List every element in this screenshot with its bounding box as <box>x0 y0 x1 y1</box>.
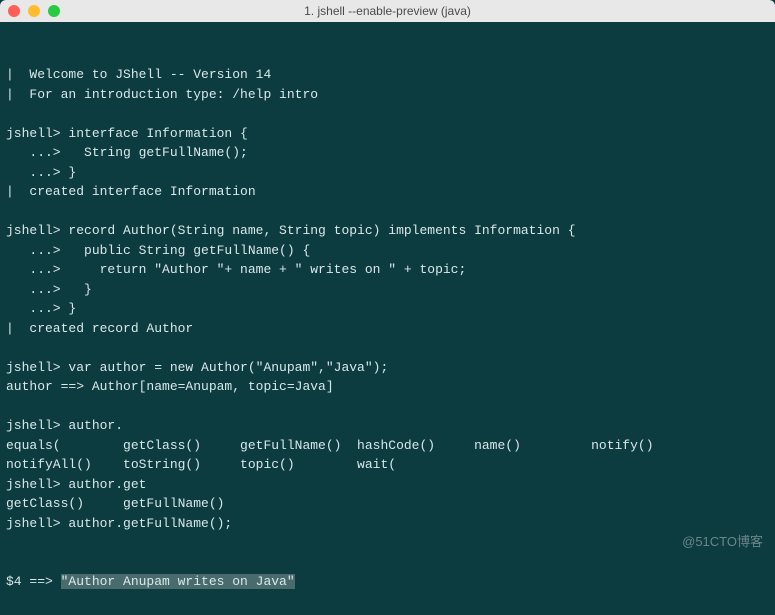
result-prefix: $4 ==> <box>6 574 61 589</box>
terminal-result-line: $4 ==> "Author Anupam writes on Java" <box>6 572 769 592</box>
terminal-line: jshell> author.getFullName(); <box>6 514 769 534</box>
terminal-line <box>6 202 769 222</box>
close-button[interactable] <box>8 5 20 17</box>
terminal-line <box>6 338 769 358</box>
watermark: @51CTO博客 <box>682 531 763 550</box>
terminal-line: getClass() getFullName() <box>6 494 769 514</box>
terminal-line: notifyAll() toString() topic() wait( <box>6 455 769 475</box>
terminal-line: ...> return "Author "+ name + " writes o… <box>6 260 769 280</box>
terminal-line: | Welcome to JShell -- Version 14 <box>6 65 769 85</box>
terminal-line: ...> } <box>6 163 769 183</box>
terminal-line <box>6 104 769 124</box>
terminal-line: jshell> var author = new Author("Anupam"… <box>6 358 769 378</box>
terminal-line: ...> String getFullName(); <box>6 143 769 163</box>
terminal-line: jshell> author. <box>6 416 769 436</box>
terminal-line: equals( getClass() getFullName() hashCod… <box>6 436 769 456</box>
terminal-line: jshell> interface Information { <box>6 124 769 144</box>
terminal-line: ...> } <box>6 280 769 300</box>
terminal-area[interactable]: | Welcome to JShell -- Version 14| For a… <box>0 22 775 615</box>
maximize-button[interactable] <box>48 5 60 17</box>
terminal-line: ...> } <box>6 299 769 319</box>
result-highlight: "Author Anupam writes on Java" <box>61 574 295 589</box>
terminal-line: author ==> Author[name=Anupam, topic=Jav… <box>6 377 769 397</box>
window-titlebar: 1. jshell --enable-preview (java) <box>0 0 775 22</box>
terminal-line: | For an introduction type: /help intro <box>6 85 769 105</box>
terminal-line: | created interface Information <box>6 182 769 202</box>
terminal-line: | created record Author <box>6 319 769 339</box>
window-title: 1. jshell --enable-preview (java) <box>304 4 471 18</box>
terminal-line: jshell> author.get <box>6 475 769 495</box>
terminal-line <box>6 397 769 417</box>
terminal-line: ...> public String getFullName() { <box>6 241 769 261</box>
traffic-lights <box>8 5 60 17</box>
terminal-line: jshell> record Author(String name, Strin… <box>6 221 769 241</box>
minimize-button[interactable] <box>28 5 40 17</box>
